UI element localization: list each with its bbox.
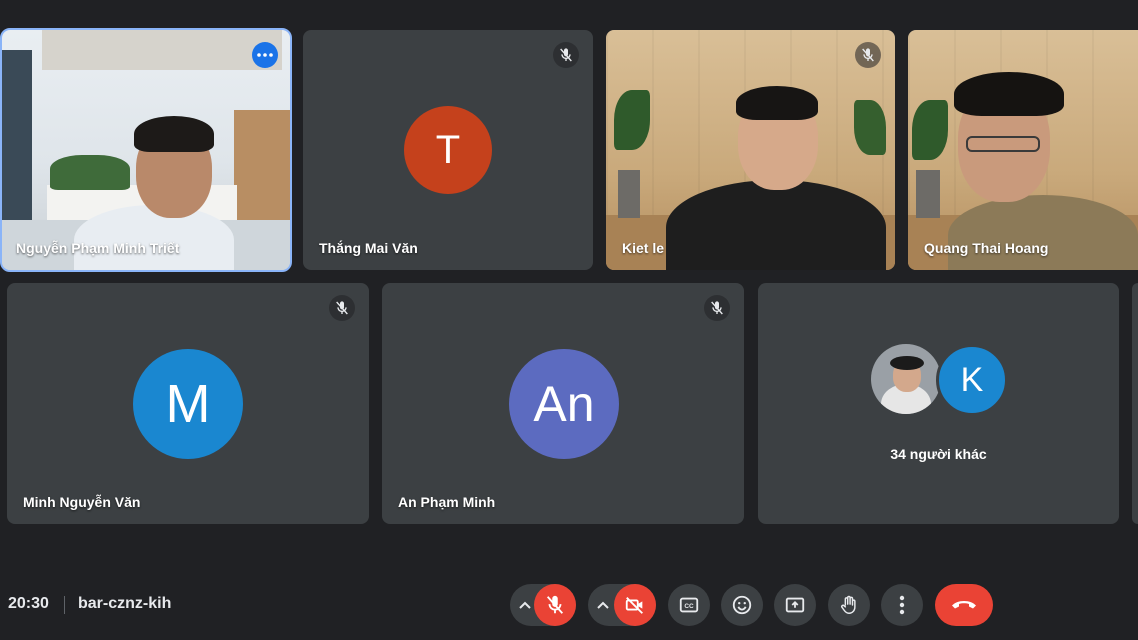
- participant-tile-minh[interactable]: M Minh Nguyễn Văn: [7, 283, 369, 524]
- participant-name: Quang Thai Hoang: [924, 240, 1049, 256]
- captions-button[interactable]: CC: [668, 584, 710, 626]
- participant-name: Thắng Mai Văn: [319, 240, 418, 256]
- microphone-toggle-button[interactable]: [534, 584, 576, 626]
- mic-off-icon: [336, 301, 348, 315]
- leave-call-button[interactable]: [935, 584, 993, 626]
- others-photo-avatar: [871, 344, 941, 414]
- participant-video: [606, 30, 895, 270]
- mic-off-icon: [560, 48, 572, 62]
- emoji-icon: [732, 595, 752, 615]
- avatar-initial: An: [533, 376, 595, 432]
- hand-icon: [841, 595, 856, 614]
- present-icon: [785, 597, 805, 613]
- mic-off-icon: [862, 48, 874, 62]
- participant-tile-thang[interactable]: T Thắng Mai Văn: [303, 30, 593, 270]
- mic-off-indicator: [855, 42, 881, 68]
- participant-name: Kiet le: [622, 240, 665, 256]
- reactions-button[interactable]: [721, 584, 763, 626]
- camera-toggle-button[interactable]: [614, 584, 656, 626]
- participant-video: [908, 30, 1138, 270]
- end-call-icon: [952, 601, 976, 609]
- more-options-button[interactable]: [252, 42, 278, 68]
- more-vert-icon: [899, 595, 905, 615]
- meeting-code: bar-cznz-kih: [78, 595, 172, 612]
- avatar-initial: M: [165, 374, 211, 434]
- participant-tile-quang[interactable]: Quang Thai Hoang: [908, 30, 1138, 270]
- partial-tile: [1132, 283, 1138, 524]
- raise-hand-button[interactable]: [828, 584, 870, 626]
- mic-off-icon: [711, 301, 723, 315]
- meeting-time: 20:30: [8, 595, 49, 612]
- others-count-label: 34 người khác: [890, 446, 987, 462]
- captions-icon: CC: [679, 597, 699, 613]
- mic-off-indicator: [704, 295, 730, 321]
- participant-avatar: An: [509, 349, 619, 459]
- avatar-initial: T: [435, 127, 461, 172]
- participant-tile-an[interactable]: An An Phạm Minh: [382, 283, 744, 524]
- present-button[interactable]: [774, 584, 816, 626]
- participant-avatar: M: [133, 349, 243, 459]
- mic-off-indicator: [329, 295, 355, 321]
- participant-name: An Phạm Minh: [398, 494, 496, 510]
- more-options-button[interactable]: [881, 584, 923, 626]
- participant-avatar: T: [404, 106, 492, 194]
- chevron-up-icon: [519, 601, 531, 609]
- participant-name: Nguyễn Phạm Minh Triết: [16, 240, 180, 256]
- camera-off-icon: [625, 597, 643, 614]
- avatar-initial: K: [960, 360, 984, 399]
- more-horiz-icon: [257, 53, 273, 57]
- participant-name: Minh Nguyễn Văn: [23, 494, 141, 510]
- participant-tile-kiet[interactable]: Kiet le: [606, 30, 895, 270]
- svg-text:CC: CC: [684, 603, 694, 610]
- mic-off-indicator: [553, 42, 579, 68]
- participant-video: [2, 30, 290, 270]
- others-avatar: K: [936, 344, 1008, 416]
- footer-divider: [64, 596, 65, 614]
- others-tile[interactable]: K 34 người khác: [758, 283, 1119, 524]
- chevron-up-icon: [597, 601, 609, 609]
- participant-tile-triet[interactable]: Nguyễn Phạm Minh Triết: [0, 28, 292, 272]
- mic-off-icon: [546, 595, 564, 614]
